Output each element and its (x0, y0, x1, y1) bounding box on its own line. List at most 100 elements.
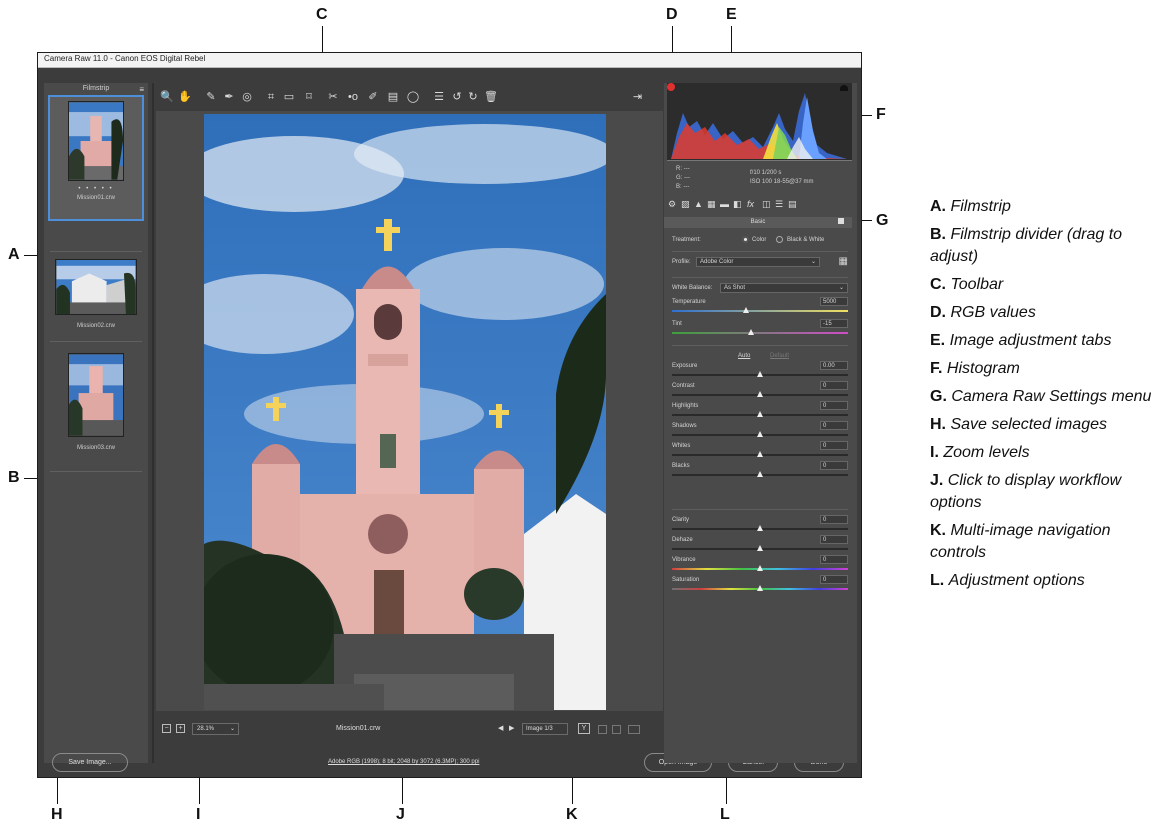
slider-track[interactable] (672, 332, 848, 334)
profile-value: Adobe Color (700, 259, 734, 265)
slider-value-field[interactable]: -15 (820, 319, 848, 328)
callout-f: F (876, 106, 886, 123)
lens-corrections-tab-icon[interactable]: ◧ (733, 199, 742, 210)
trash-icon[interactable]: 🗑 (484, 90, 498, 104)
color-sampler-icon[interactable]: ✒ (222, 90, 236, 104)
slider-thumb[interactable] (757, 411, 763, 417)
compare-view-button[interactable]: Y (578, 723, 590, 734)
zoom-level-select[interactable]: 28.1% ⌄ (192, 723, 239, 735)
snapshots-tab-icon[interactable]: ▤ (788, 199, 797, 210)
zoom-in-button[interactable]: + (176, 724, 185, 733)
rotate-ccw-icon[interactable]: ↺ (450, 90, 464, 104)
section-divider (672, 277, 848, 278)
slider-value-field[interactable]: 0 (820, 515, 848, 524)
slider-thumb[interactable] (757, 525, 763, 531)
red-eye-icon[interactable]: •o (346, 90, 360, 104)
slider-thumb[interactable] (757, 585, 763, 591)
next-image-icon[interactable]: ▶ (509, 724, 514, 732)
straighten-icon[interactable]: ▭ (282, 90, 296, 104)
slider-thumb[interactable] (748, 329, 755, 335)
calibration-tab-icon[interactable]: ◫ (762, 199, 771, 210)
image-preview-area (156, 111, 663, 711)
slider-value-field[interactable]: 0 (820, 441, 848, 450)
zoom-icon[interactable]: 🔍 (160, 90, 174, 104)
slider-thumb[interactable] (742, 307, 749, 313)
slider-value-field[interactable]: 0 (820, 575, 848, 584)
slider-track[interactable] (672, 310, 848, 312)
effects-tab-icon[interactable]: fx (747, 199, 754, 209)
slider-value-field[interactable]: 0 (820, 535, 848, 544)
callout-a: A (8, 246, 20, 263)
slider-value-field[interactable]: 5000 (820, 297, 848, 306)
graduated-filter-icon[interactable]: ▤ (386, 90, 400, 104)
rating-stars[interactable]: • • • • • (50, 186, 142, 192)
white-balance-select[interactable]: As Shot ⌄ (720, 283, 848, 293)
toggle-settings-icon[interactable] (628, 725, 640, 734)
radio-color-icon[interactable] (742, 236, 749, 243)
panel-title-bar: Basic (664, 217, 852, 228)
slider-label: Contrast (672, 383, 695, 389)
detail-tab-icon[interactable]: ▲ (694, 199, 703, 209)
treatment-color-label[interactable]: Color (752, 237, 766, 243)
slider-label: Highlights (672, 403, 699, 409)
crop-icon[interactable]: ⌗ (264, 90, 278, 104)
spot-removal-icon[interactable]: ✂ (326, 90, 340, 104)
legend-text: Toolbar (950, 276, 1004, 293)
filmstrip-item-1[interactable]: • • • • • Mission01.crw (48, 95, 144, 221)
slider-value-field[interactable]: 0 (820, 381, 848, 390)
save-image-button[interactable]: Save Image... (52, 753, 128, 772)
settings-menu-icon[interactable] (838, 218, 844, 224)
slider-label: Whites (672, 443, 691, 449)
slider-value-field[interactable]: 0 (820, 461, 848, 470)
swap-settings-icon[interactable] (598, 725, 607, 734)
radio-bw-icon[interactable] (776, 236, 783, 243)
thumbnail-image (68, 353, 124, 437)
filmstrip-item-3[interactable]: Mission03.crw (48, 353, 144, 451)
filmstrip-item-2[interactable]: Mission02.crw (48, 259, 144, 329)
profile-select[interactable]: Adobe Color ⌄ (696, 257, 820, 267)
slider-thumb[interactable] (757, 431, 763, 437)
radial-filter-icon[interactable]: ◯ (406, 90, 420, 104)
slider-thumb[interactable] (757, 451, 763, 457)
workflow-options-link[interactable]: Adobe RGB (1998); 8 bit; 2048 by 3072 (6… (328, 759, 479, 765)
slider-value-field[interactable]: 0 (820, 555, 848, 564)
chevron-down-icon: ⌄ (810, 259, 816, 265)
histogram (667, 83, 852, 161)
previous-image-icon[interactable]: ◀ (498, 724, 503, 732)
preferences-icon[interactable]: ☰ (432, 90, 446, 104)
transform-icon[interactable]: ⌑ (302, 90, 316, 104)
slider-thumb[interactable] (757, 391, 763, 397)
slider-thumb[interactable] (757, 565, 763, 571)
slider-value-field[interactable]: 0 (820, 401, 848, 410)
targeted-adjustment-icon[interactable]: ◎ (240, 90, 254, 104)
hand-icon[interactable]: ✋ (178, 90, 192, 104)
chevron-down-icon: ⌄ (838, 285, 844, 291)
legend-letter: F. (930, 360, 943, 377)
legend-text: Multi-image navigation controls (930, 522, 1111, 561)
filmstrip-divider[interactable] (152, 83, 154, 763)
legend-letter: I. (930, 444, 939, 461)
basic-tab-icon[interactable]: ⚙ (668, 199, 676, 210)
tone-curve-tab-icon[interactable]: ▨ (681, 199, 690, 210)
default-link[interactable]: Default (770, 353, 789, 359)
zoom-out-button[interactable]: − (162, 724, 171, 733)
slider-value-field[interactable]: 0 (820, 421, 848, 430)
white-balance-icon[interactable]: ✎ (204, 90, 218, 104)
slider-thumb[interactable] (757, 371, 763, 377)
full-screen-toggle-icon[interactable]: ⇥ (633, 90, 642, 103)
split-toning-tab-icon[interactable]: ▬ (720, 199, 729, 209)
slider-thumb[interactable] (757, 471, 763, 477)
filmstrip-separator (50, 471, 142, 472)
slider-thumb[interactable] (757, 545, 763, 551)
presets-tab-icon[interactable]: ☰ (775, 199, 783, 210)
auto-link[interactable]: Auto (738, 353, 750, 359)
copy-settings-icon[interactable] (612, 725, 621, 734)
filmstrip-panel: Filmstrip ≡ • • • • • Mission01.crw Miss… (44, 83, 148, 763)
rotate-cw-icon[interactable]: ↻ (466, 90, 480, 104)
legend-text: Save selected images (950, 416, 1107, 433)
hsl-tab-icon[interactable]: ▦ (707, 199, 716, 210)
slider-value-field[interactable]: 0.00 (820, 361, 848, 370)
treatment-bw-label[interactable]: Black & White (787, 237, 824, 243)
profile-browser-icon[interactable]: ▦ (839, 256, 848, 267)
adjustment-brush-icon[interactable]: ✐ (366, 90, 380, 104)
